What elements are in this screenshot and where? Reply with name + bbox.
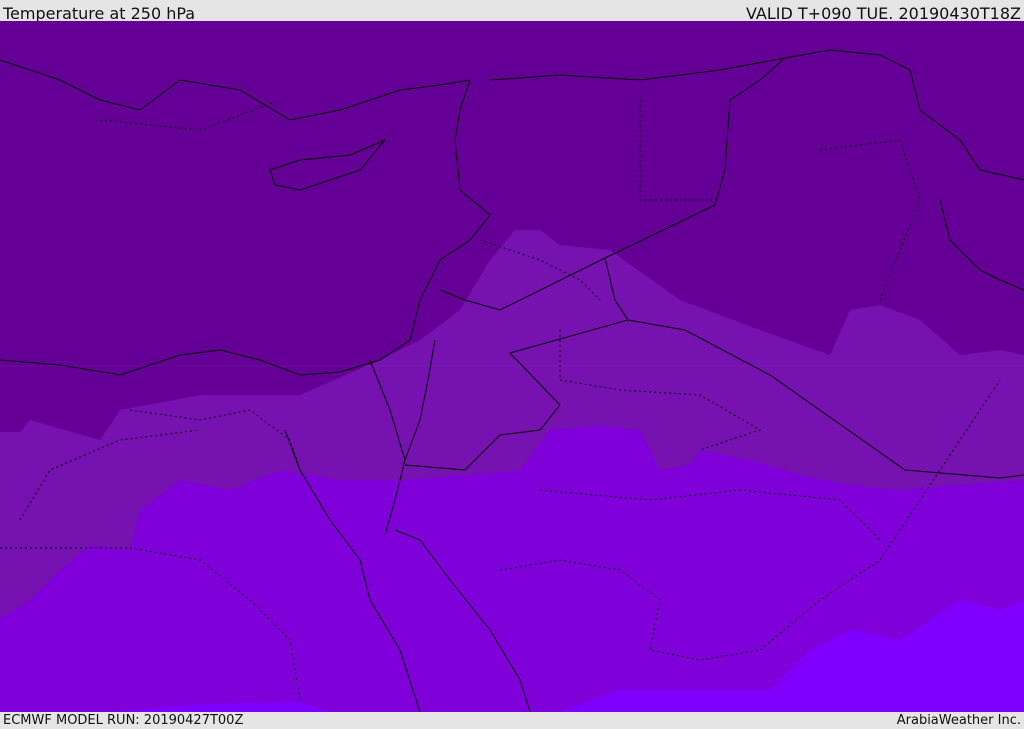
- model-run: ECMWF MODEL RUN: 20190427T00Z: [3, 713, 244, 728]
- footer-bar: ECMWF MODEL RUN: 20190427T00Z ArabiaWeat…: [0, 712, 1024, 729]
- temperature-map: [0, 21, 1024, 712]
- credit: ArabiaWeather Inc.: [896, 713, 1021, 728]
- header-bar: Temperature at 250 hPa VALID T+090 TUE. …: [0, 0, 1024, 23]
